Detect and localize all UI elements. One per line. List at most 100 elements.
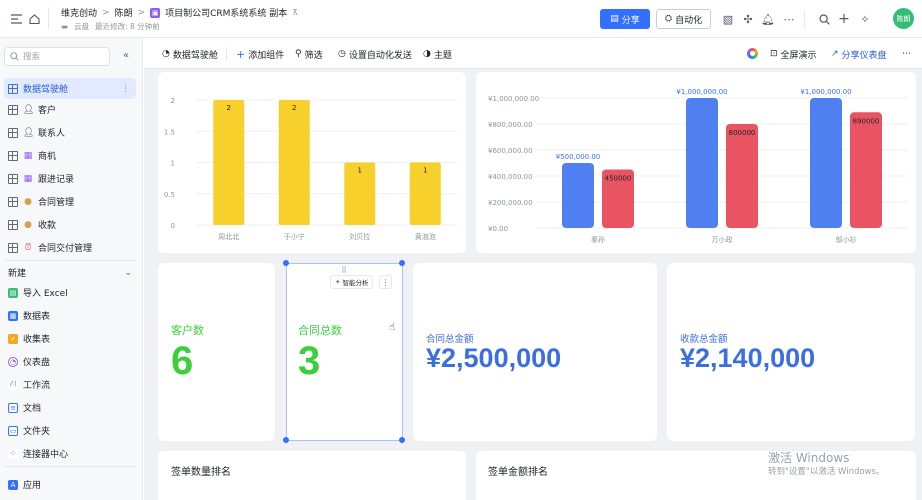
doc-info-icon[interactable]: ▧ xyxy=(720,11,736,27)
search-box[interactable] xyxy=(4,47,110,66)
filter-icon: ⚲ xyxy=(295,49,302,59)
sidebar-item-label: 连接器中心 xyxy=(23,450,69,460)
new-connector[interactable]: ⁘ 连接器中心 xyxy=(4,443,136,464)
avatar[interactable]: 陈朗 xyxy=(893,8,914,29)
table-icon xyxy=(8,150,18,161)
bar-value-label: ¥1,000,000.00 xyxy=(676,88,727,96)
card-title: 签单金额排名 xyxy=(488,467,548,478)
bar-value-label: 890000 xyxy=(853,117,880,125)
kpi-card-contracts[interactable]: ⠿ ✦ 智能分析 ⋮ 合同总数 3 ☝︎ xyxy=(286,263,403,441)
share-dashboard-label: 分享仪表盘 xyxy=(841,50,887,61)
breadcrumb-item[interactable]: 陈朗 xyxy=(115,6,133,19)
home-icon[interactable] xyxy=(26,11,42,27)
y-tick-label: 0.5 xyxy=(164,191,175,199)
filter-button[interactable]: ⚲ 筛选 xyxy=(295,47,323,61)
sparkle-icon[interactable]: ✧ xyxy=(857,11,873,27)
share-button[interactable]: ▤ 分享 xyxy=(600,9,650,29)
smart-analysis-button[interactable]: ✦ 智能分析 xyxy=(330,275,374,289)
new-import-excel[interactable]: ▤ 导入 Excel xyxy=(4,282,136,303)
sidebar-item-customers[interactable]: 👤︎ 客户 xyxy=(4,99,136,120)
sidebar-item-followups[interactable]: ▦ 跟进记录 xyxy=(4,168,136,189)
more-icon[interactable]: ⋮ xyxy=(121,84,130,94)
kpi-card-customers[interactable]: 客户数 6 xyxy=(158,263,275,441)
pin-icon[interactable]: ⊼ xyxy=(292,8,298,17)
doc-icon: ≡ xyxy=(8,402,18,413)
more-icon[interactable]: ⋯ xyxy=(781,11,797,27)
dashboard-name-label: 数据驾驶舱 xyxy=(172,50,218,61)
chart-card-amount[interactable]: ¥0.00 ¥200,000.00 ¥400,000.00 ¥600,000.00 ¥8… xyxy=(476,72,916,253)
sidebar-item-delivery[interactable]: ⏰︎ 合同交付管理 xyxy=(4,237,136,258)
search-input[interactable] xyxy=(23,51,103,62)
plugin-icon[interactable]: ✣ xyxy=(740,11,756,27)
drag-handle-icon[interactable]: ⠿ xyxy=(341,266,347,275)
breadcrumb-item[interactable]: 维克创动 xyxy=(61,6,97,19)
plus-icon[interactable]: + xyxy=(836,11,852,27)
sidebar-apps[interactable]: A 应用 xyxy=(4,474,136,495)
kpi-card-contract-amount[interactable]: 合同总金额 ¥2,500,000 xyxy=(413,263,657,441)
search-icon[interactable] xyxy=(816,11,832,27)
new-form[interactable]: ✓ 收集表 xyxy=(4,328,136,349)
robot-icon: ⛭ xyxy=(664,14,673,24)
excel-icon: ▤ xyxy=(8,287,18,298)
resize-handle[interactable] xyxy=(399,260,405,266)
bar-chart-count: 0 0.5 1 1.5 2 2 周北北 2 于小宁 1 刘贝拉 1 黄泡泡 xyxy=(164,97,458,241)
share-doc-icon: ▤ xyxy=(610,14,619,24)
auto-send-label: 设置自动化发送 xyxy=(348,50,412,61)
table-icon xyxy=(8,127,18,138)
chevron-right-icon: > xyxy=(137,7,146,18)
new-doc[interactable]: ≡ 文档 xyxy=(4,397,136,418)
new-section-header[interactable]: 新建 ⌄ xyxy=(8,266,132,280)
share-dashboard-button[interactable]: ↗ 分享仪表盘 xyxy=(831,47,887,61)
new-workflow[interactable]: ⛙ 工作流 xyxy=(4,374,136,395)
menu-collapse-icon[interactable] xyxy=(8,11,24,27)
sidebar-item-contracts[interactable]: ● 合同管理 xyxy=(4,191,136,212)
watermark-line: 转到"设置"以激活 Windows。 xyxy=(768,466,885,477)
more-icon[interactable]: ⋯ xyxy=(902,47,911,61)
bell-icon[interactable]: 🔔︎ xyxy=(760,11,776,27)
sidebar-item-contacts[interactable]: 👤︎ 联系人 xyxy=(4,122,136,143)
filter-label: 筛选 xyxy=(304,50,323,61)
add-component-button[interactable]: + 添加组件 xyxy=(236,47,284,61)
palette-icon: ◑ xyxy=(423,49,431,59)
chart-card-count[interactable]: 0 0.5 1 1.5 2 2 周北北 2 于小宁 1 刘贝拉 1 黄泡泡 xyxy=(158,72,466,253)
fullscreen-button[interactable]: ⊡ 全屏演示 xyxy=(770,47,817,61)
doc-title[interactable]: 项目制公司CRM系统系统 副本 xyxy=(165,6,287,19)
ai-assistant-icon[interactable] xyxy=(747,48,758,59)
dashboard-name[interactable]: ◔ 数据驾驶舱 xyxy=(162,47,218,61)
kpi-card-payment-amount[interactable]: 收款总金额 ¥2,140,000 xyxy=(667,263,915,441)
sidebar-item-label: 仪表盘 xyxy=(23,358,51,368)
sidebar-item-opportunities[interactable]: ▦ 商机 xyxy=(4,145,136,166)
dashboard-icon xyxy=(8,83,18,94)
clock-icon: ◷ xyxy=(338,49,346,59)
sidebar-item-label: 跟进记录 xyxy=(38,175,75,185)
y-tick-label: ¥600,000.00 xyxy=(488,147,533,155)
more-icon[interactable]: ⋮ xyxy=(379,275,392,289)
new-dashboard[interactable]: ◔ 仪表盘 xyxy=(4,351,136,372)
bar-value-label: 2 xyxy=(227,104,231,112)
dashboard-area: ◔ 数据驾驶舱 + 添加组件 ⚲ 筛选 ◷ 设置自动化发送 ◑ 主题 ⊡ 全屏演… xyxy=(144,38,922,500)
sidebar-item-payments[interactable]: ● 收款 xyxy=(4,214,136,235)
chevron-down-icon: ⌄ xyxy=(124,267,132,278)
ranking-card-count[interactable]: 签单数量排名 xyxy=(158,451,466,500)
breadcrumb: 维克创动 > 陈朗 > ▣ 项目制公司CRM系统系统 副本 ⊼ xyxy=(61,6,298,19)
workflow-icon: ⛙ xyxy=(8,379,18,390)
bar-chart-amount: ¥0.00 ¥200,000.00 ¥400,000.00 ¥600,000.00 ¥8… xyxy=(488,88,908,244)
person-icon: 👤︎ xyxy=(23,127,35,138)
resize-handle[interactable] xyxy=(399,437,405,443)
x-tick-label: 秦孙 xyxy=(591,235,605,244)
resize-handle[interactable] xyxy=(283,437,289,443)
collapse-sidebar-icon[interactable]: « xyxy=(123,50,129,61)
new-folder[interactable]: ▭ 文件夹 xyxy=(4,420,136,441)
chevron-right-icon: > xyxy=(102,7,110,18)
auto-send-button[interactable]: ◷ 设置自动化发送 xyxy=(338,47,412,61)
resize-handle[interactable] xyxy=(283,260,289,266)
kpi-value: ¥2,140,000 xyxy=(680,343,816,373)
sidebar-item-dashboard[interactable]: 数据驾驶舱 ⋮ xyxy=(4,78,136,99)
location-label[interactable]: 云盘 xyxy=(74,21,89,32)
automation-button[interactable]: ⛭ 自动化 xyxy=(656,9,711,29)
new-table[interactable]: ▦ 数据表 xyxy=(4,305,136,326)
y-tick-label: ¥0.00 xyxy=(488,225,508,233)
theme-button[interactable]: ◑ 主题 xyxy=(423,47,452,61)
cloud-folder-icon: ▬ xyxy=(61,22,69,31)
bar-value-label: 2 xyxy=(292,104,296,112)
